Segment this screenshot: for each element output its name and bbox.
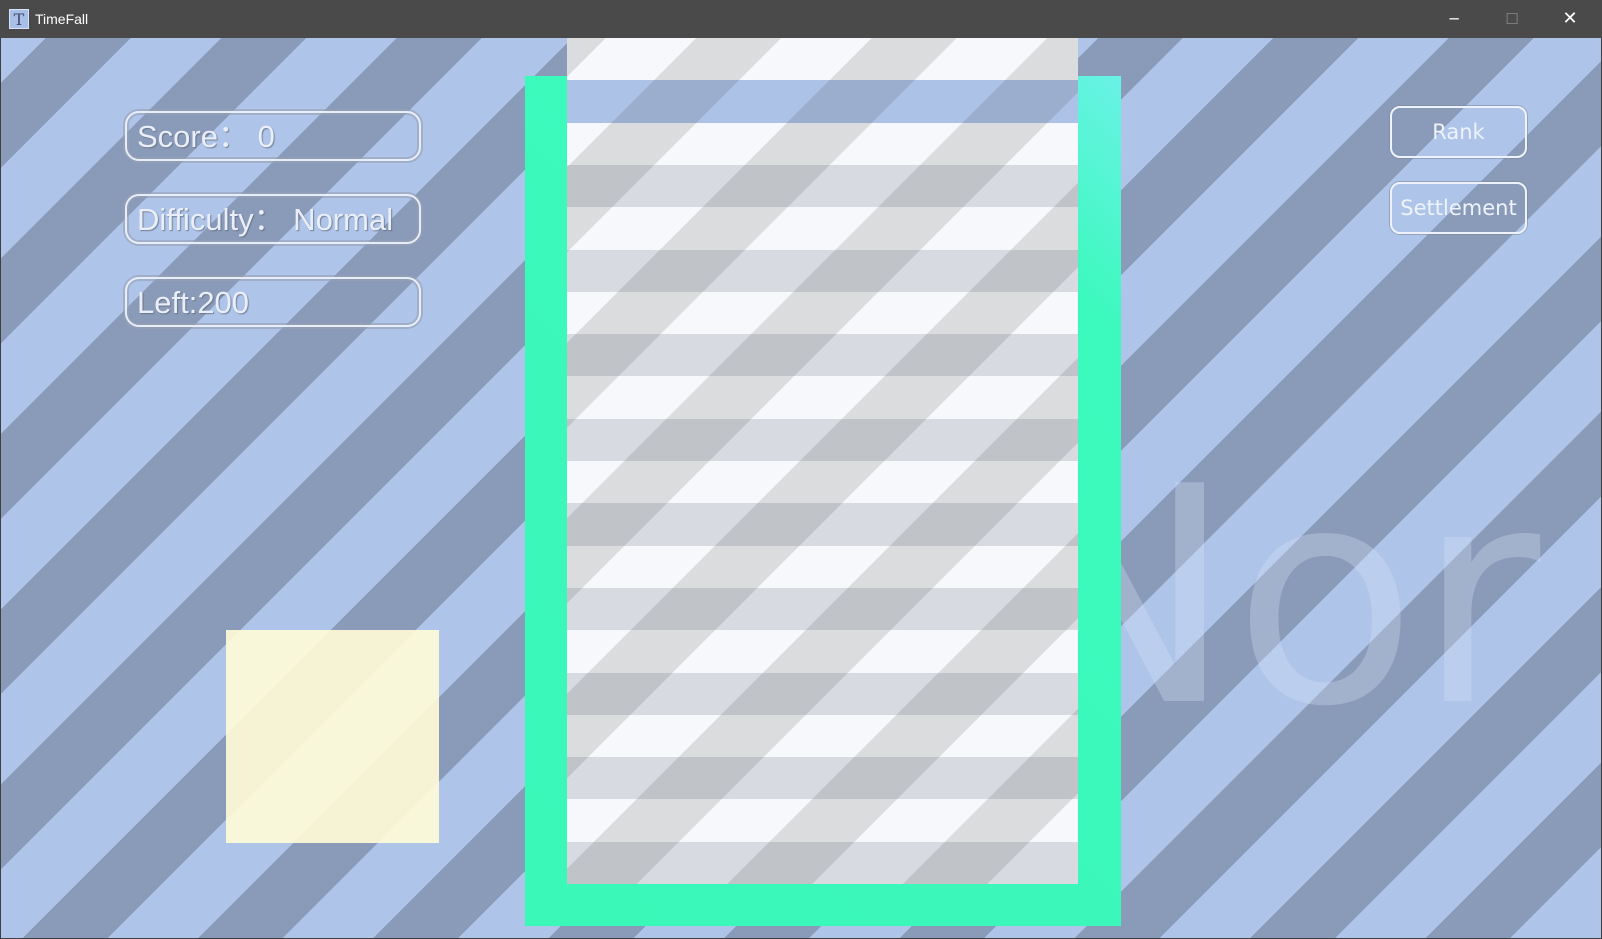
score-label: Score： 0 xyxy=(137,119,275,154)
title-bar: T TimeFall ─ ☐ ✕ xyxy=(0,0,1602,38)
difficulty-label: Difficulty： Normal xyxy=(137,202,394,237)
remaining-panel: Left:200 xyxy=(125,277,421,327)
well-stripe-overlay xyxy=(567,38,1078,884)
maximize-button[interactable]: ☐ xyxy=(1483,0,1541,38)
game-canvas[interactable]: Nor Score： 0 Difficulty： Normal Left:200… xyxy=(1,38,1601,938)
close-button[interactable]: ✕ xyxy=(1541,0,1599,38)
next-piece-preview xyxy=(226,630,439,843)
difficulty-panel: Difficulty： Normal xyxy=(125,194,421,244)
score-panel: Score： 0 xyxy=(125,111,421,161)
settlement-button[interactable]: Settlement xyxy=(1390,182,1527,234)
app-window: T TimeFall ─ ☐ ✕ Nor Score： 0 Difficulty… xyxy=(0,0,1602,939)
play-well[interactable] xyxy=(567,38,1078,884)
window-title: TimeFall xyxy=(35,11,89,27)
remaining-label: Left:200 xyxy=(137,285,250,320)
minimize-button[interactable]: ─ xyxy=(1425,0,1483,38)
rank-button[interactable]: Rank xyxy=(1390,106,1527,158)
app-icon: T xyxy=(9,9,29,29)
